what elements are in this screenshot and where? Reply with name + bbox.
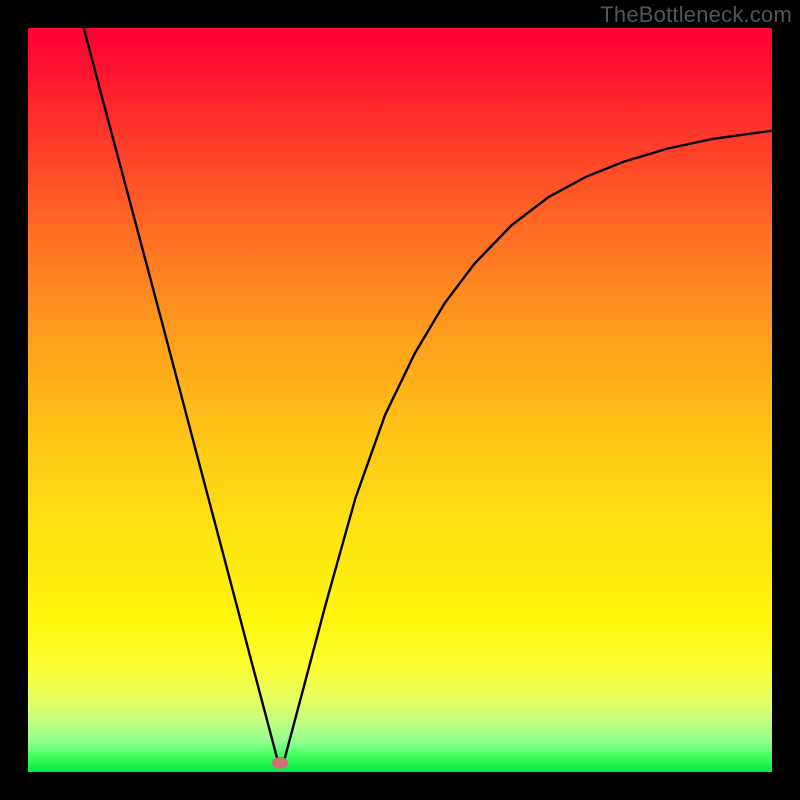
bottleneck-curve <box>28 28 772 772</box>
minimum-marker <box>272 758 288 769</box>
watermark-text: TheBottleneck.com <box>600 2 792 28</box>
chart-root: TheBottleneck.com <box>0 0 800 800</box>
plot-area <box>28 28 772 772</box>
